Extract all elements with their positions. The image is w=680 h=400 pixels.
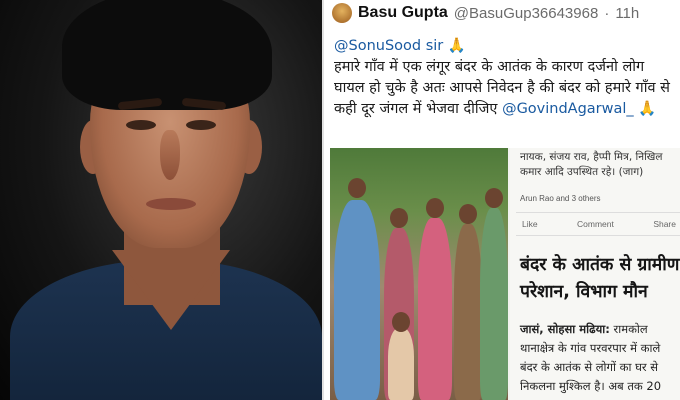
villager-figure — [454, 224, 482, 400]
news-headline-line-2: परेशान, विभाग मौन — [520, 282, 648, 302]
tweet-line-3: घायल हो चुके है अतः आपसे निवेदन है की बं… — [334, 80, 670, 96]
villager-head — [485, 188, 503, 208]
villager-head — [348, 178, 366, 198]
news-body-line-4: निकलना मुश्किल है। अब तक 20 — [520, 379, 662, 393]
mention-sonusood[interactable]: @SonuSood sir — [334, 38, 443, 54]
child-head — [392, 312, 410, 332]
pray-emoji: 🙏 — [447, 38, 466, 54]
nose — [160, 130, 180, 180]
tweet-card: Basu Gupta @BasuGup36643968 · 11h @SonuS… — [322, 0, 680, 400]
news-headline-line-1: बंदर के आतंक से ग्रामीण — [520, 255, 680, 275]
villager-figure — [334, 200, 380, 400]
villager-head — [459, 204, 477, 224]
tweet-line-4-text: कही दूर जंगल में भेजवा दीजिए — [334, 101, 503, 117]
reactions-count: Arun Rao and 3 others — [520, 194, 601, 203]
villagers-photo — [330, 148, 508, 400]
separator-dot: · — [604, 4, 610, 22]
news-top-line-1: नायक, संजय राव, हैप्पी मित्र, निखिल — [520, 151, 663, 163]
tweet-text: @SonuSood sir 🙏 हमारे गाँव में एक लंगूर … — [334, 36, 680, 120]
tweet-line-1: @SonuSood sir 🙏 — [334, 36, 680, 57]
news-body-line-1-rest: रामकोल — [609, 322, 648, 336]
avatar[interactable] — [332, 3, 352, 23]
news-dateline: जासं, सोहसा मढिया: — [520, 322, 610, 336]
tweet-time[interactable]: 11h — [615, 5, 639, 22]
attached-image[interactable]: नायक, संजय राव, हैप्पी मित्र, निखिल कमार… — [330, 148, 680, 400]
author-name[interactable]: Basu Gupta — [358, 4, 448, 22]
share-button: Share — [653, 219, 676, 229]
mention-govindagarwal[interactable]: @GovindAgarwal_ — [502, 101, 634, 117]
news-body-line-3: बंदर के आतंक से लोगों का घर से — [520, 360, 659, 374]
tweet-line-4: कही दूर जंगल में भेजवा दीजिए @GovindAgar… — [334, 99, 680, 120]
right-eye — [186, 120, 216, 130]
lips — [146, 198, 196, 210]
pray-emoji-2: 🙏 — [638, 101, 657, 117]
news-headline: बंदर के आतंक से ग्रामीण परेशान, विभाग मौ… — [520, 252, 679, 306]
facebook-action-bar: Like Comment Share — [516, 212, 680, 236]
hair — [62, 0, 272, 110]
villager-head — [390, 208, 408, 228]
villager-figure — [418, 218, 452, 400]
villager-head — [426, 198, 444, 218]
villager-figure — [480, 208, 508, 400]
news-body-line-2: थानाक्षेत्र के गांव परवरपार में काले — [520, 341, 661, 355]
tweet-header: Basu Gupta @BasuGup36643968 · 11h — [332, 2, 639, 24]
author-handle[interactable]: @BasuGup36643968 — [454, 5, 599, 22]
tweet-line-2: हमारे गाँव में एक लंगूर बंदर के आतंक के … — [334, 59, 645, 75]
like-button: Like — [522, 219, 538, 229]
child-figure — [388, 328, 414, 400]
news-body-line-1: जासं, सोहसा मढिया: रामकोल — [520, 320, 661, 339]
news-top-line-2: कमार आदि उपस्थित रहे। (जाग) — [520, 166, 644, 178]
comment-button: Comment — [577, 219, 614, 229]
newspaper-clipping: नायक, संजय राव, हैप्पी मित्र, निखिल कमार… — [510, 148, 680, 400]
left-eye — [126, 120, 156, 130]
news-body: जासं, सोहसा मढिया: रामकोल थानाक्षेत्र के… — [520, 320, 661, 396]
news-top-text: नायक, संजय राव, हैप्पी मित्र, निखिल कमार… — [520, 150, 663, 180]
portrait-photo — [0, 0, 322, 400]
